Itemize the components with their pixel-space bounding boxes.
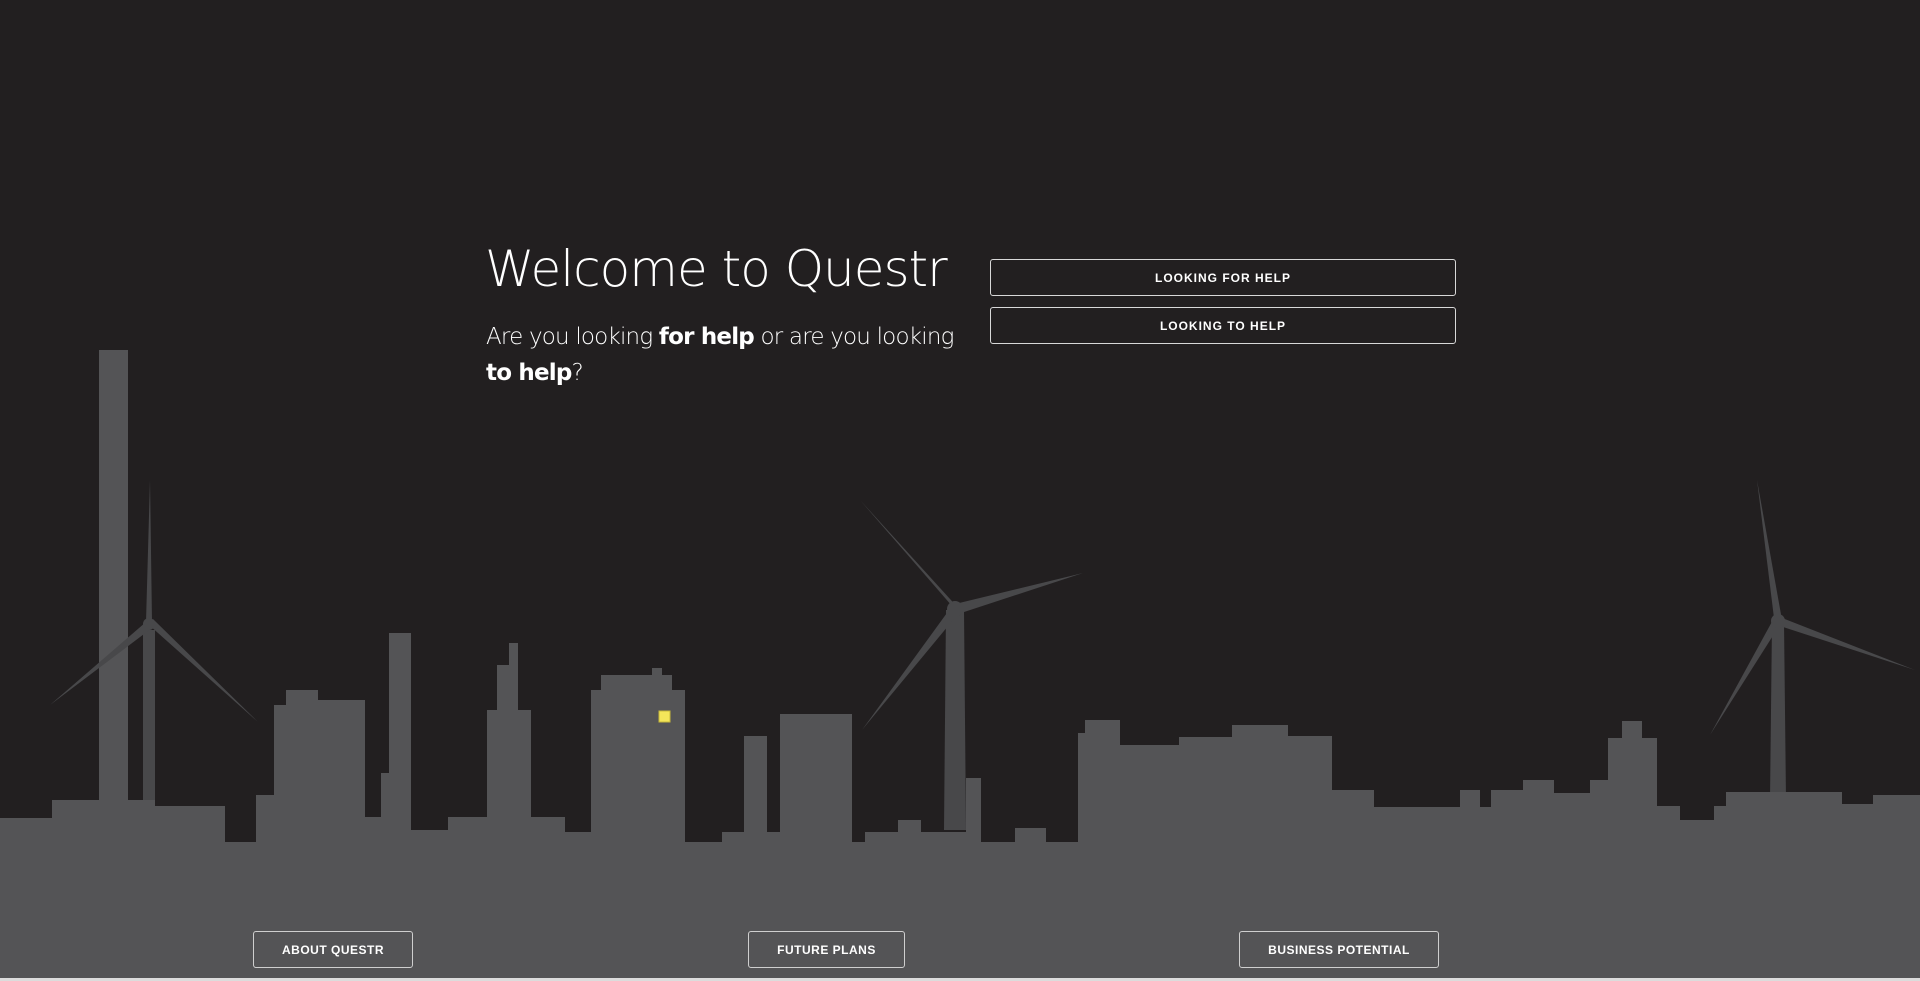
page-title: Welcome to Questr xyxy=(485,240,948,298)
about-questr-button[interactable]: ABOUT QUESTR xyxy=(253,931,413,968)
city-skyline-illustration xyxy=(0,350,1920,981)
subtitle-text-3: ? xyxy=(571,360,584,386)
business-potential-button[interactable]: BUSINESS POTENTIAL xyxy=(1239,931,1439,968)
smokestack xyxy=(99,350,128,810)
looking-to-help-button[interactable]: LOOKING TO HELP xyxy=(990,307,1456,344)
subtitle-emphasis-for-help: for help xyxy=(658,324,755,350)
future-plans-button[interactable]: FUTURE PLANS xyxy=(748,931,905,968)
wind-turbine-left xyxy=(50,480,258,808)
lit-window xyxy=(658,710,671,723)
page-subtitle: Are you looking for help or are you look… xyxy=(486,319,956,391)
wind-turbine-right xyxy=(1710,480,1915,800)
subtitle-text-2: or are you looking xyxy=(753,324,954,350)
landing-page: Welcome to Questr Are you looking for he… xyxy=(0,0,1920,981)
looking-for-help-button[interactable]: LOOKING FOR HELP xyxy=(990,259,1456,296)
subtitle-text-1: Are you looking xyxy=(486,324,659,350)
subtitle-emphasis-to-help: to help xyxy=(486,360,572,386)
